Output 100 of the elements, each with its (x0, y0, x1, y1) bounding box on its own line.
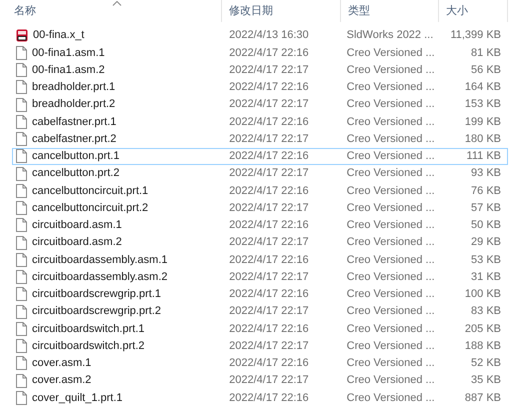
document-icon (16, 201, 27, 216)
file-row[interactable]: circuitboardscrewgrip.prt.1 2022/4/17 22:16 Creo Versioned ... 100 KB (12, 286, 508, 303)
file-size: 164 KB (464, 80, 501, 96)
document-icon (16, 114, 27, 129)
file-size: 180 KB (464, 132, 501, 147)
column-header[interactable]: 大小 (439, 0, 508, 22)
file-type: SldWorks 2022 ... (346, 29, 434, 42)
modified-date: 2022/4/17 22:16 (229, 150, 309, 162)
document-icon (16, 390, 27, 405)
file-size: 52 KB (471, 356, 501, 372)
document-icon (16, 287, 27, 302)
file-size: 81 KB (471, 46, 501, 61)
modified-date: 2022/4/17 22:16 (229, 288, 309, 300)
file-type: Creo Versioned ... (346, 219, 435, 232)
file-size: 53 KB (471, 252, 501, 268)
document-icon (16, 98, 27, 112)
file-name: cover_quilt_1.prt.1 (32, 390, 122, 406)
sort-up-icon (112, 1, 121, 6)
modified-date: 2022/4/17 22:16 (229, 116, 309, 128)
file-type: Creo Versioned ... (346, 392, 435, 404)
modified-date: 2022/4/17 22:16 (229, 322, 309, 335)
file-name: cabelfastner.prt.2 (32, 132, 116, 147)
file-name: cover.asm.1 (32, 356, 92, 372)
modified-date: 2022/4/17 22:16 (229, 357, 309, 370)
file-name: circuitboardscrewgrip.prt.1 (32, 287, 161, 302)
file-type: Creo Versioned ... (346, 150, 435, 162)
modified-date: 2022/4/17 22:17 (229, 374, 309, 386)
file-type: Creo Versioned ... (346, 46, 435, 59)
file-size: 29 KB (471, 235, 501, 250)
file-size: 76 KB (471, 184, 501, 199)
file-name: circuitboardassembly.asm.2 (32, 270, 168, 285)
file-row[interactable]: circuitboardassembly.asm.1 2022/4/17 22:16 Creo Versioned ... 53 KB (12, 251, 508, 268)
file-row[interactable]: cancelbutton.prt.2 2022/4/17 22:17 Creo Versioned ... 93 KB (12, 165, 508, 182)
file-type: Creo Versioned ... (346, 167, 435, 180)
file-type: Creo Versioned ... (346, 340, 435, 352)
file-name: circuitboard.asm.1 (32, 218, 122, 234)
document-icon (16, 339, 27, 354)
file-size: 111 KB (466, 149, 501, 164)
file-size: 83 KB (471, 304, 501, 320)
modified-date: 2022/4/17 22:17 (229, 98, 309, 110)
file-name: circuitboardswitch.prt.1 (32, 322, 144, 337)
file-row[interactable]: circuitboard.asm.2 2022/4/17 22:17 Creo Versioned ... 29 KB (12, 234, 508, 252)
file-size: 100 KB (464, 287, 501, 302)
document-icon (16, 63, 27, 78)
file-row[interactable]: breadholder.prt.1 2022/4/17 22:16 Creo Versioned ... 164 KB (12, 78, 508, 96)
file-size: 93 KB (471, 166, 501, 182)
file-name: circuitboardassembly.asm.1 (32, 252, 168, 268)
file-type: Creo Versioned ... (346, 184, 435, 197)
file-row[interactable]: cover.asm.2 2022/4/17 22:17 Creo Versioned ... 35 KB (12, 372, 508, 390)
file-row[interactable]: circuitboardswitch.prt.2 2022/4/17 22:17 Creo Versioned ... 188 KB (12, 338, 508, 355)
file-row[interactable]: 00-fina1.asm.1 2022/4/17 22:16 Creo Versioned ... 81 KB (12, 44, 508, 62)
document-icon (16, 304, 27, 319)
document-icon (16, 46, 27, 60)
file-row[interactable]: cabelfastner.prt.2 2022/4/17 22:17 Creo Versioned ... 180 KB (12, 130, 508, 148)
file-row[interactable]: cover.asm.1 2022/4/17 22:16 Creo Versioned ... 52 KB (12, 354, 508, 372)
file-name: cabelfastner.prt.1 (32, 114, 116, 130)
file-type: Creo Versioned ... (346, 270, 435, 283)
modified-date: 2022/4/17 22:17 (229, 236, 309, 248)
file-name: breadholder.prt.2 (32, 97, 116, 112)
file-row[interactable]: circuitboard.asm.1 2022/4/17 22:16 Creo Versioned ... 50 KB (12, 216, 508, 234)
file-size: 57 KB (471, 200, 501, 216)
modified-date: 2022/4/17 22:16 (229, 219, 309, 232)
file-row[interactable]: 00-fina1.asm.2 2022/4/17 22:17 Creo Versioned ... 56 KB (12, 62, 508, 79)
modified-date: 2022/4/17 22:16 (229, 81, 309, 94)
file-size: 35 KB (471, 373, 501, 388)
file-size: 31 KB (471, 270, 501, 285)
file-type: Creo Versioned ... (346, 357, 435, 370)
file-row[interactable]: cancelbutton.prt.1 2022/4/17 22:16 Creo Versioned ... 111 KB (12, 148, 508, 165)
file-size: 11,399 KB (450, 28, 501, 44)
modified-date: 2022/4/17 22:16 (229, 46, 309, 59)
document-icon (16, 270, 27, 284)
file-row[interactable]: circuitboardassembly.asm.2 2022/4/17 22:17 Creo Versioned ... 31 KB (12, 268, 508, 286)
modified-date: 2022/4/17 22:17 (229, 202, 309, 214)
file-type: Creo Versioned ... (346, 374, 435, 386)
document-icon (16, 322, 27, 336)
modified-date: 2022/4/17 22:17 (229, 270, 309, 283)
file-row[interactable]: circuitboardscrewgrip.prt.2 2022/4/17 22:17 Creo Versioned ... 83 KB (12, 303, 508, 320)
file-row[interactable]: cancelbuttoncircuit.prt.2 2022/4/17 22:17 Creo Versioned ... 57 KB (12, 200, 508, 217)
file-row[interactable]: circuitboardswitch.prt.1 2022/4/17 22:16 Creo Versioned ... 205 KB (12, 320, 508, 338)
column-header[interactable]: 类型 (341, 0, 439, 22)
file-row[interactable]: cancelbuttoncircuit.prt.1 2022/4/17 22:16 Creo Versioned ... 76 KB (12, 182, 508, 200)
document-icon (16, 184, 27, 198)
document-icon (16, 374, 27, 388)
file-row[interactable]: cover_quilt_1.prt.1 2022/4/17 22:16 Creo Versioned ... 887 KB (12, 389, 508, 406)
modified-date: 2022/4/17 22:17 (229, 340, 309, 352)
column-header[interactable]: 修改日期 (222, 0, 341, 22)
app-file-icon (16, 29, 28, 42)
column-header[interactable]: 名称 (12, 0, 222, 22)
file-type: Creo Versioned ... (346, 254, 435, 266)
file-type: Creo Versioned ... (346, 305, 435, 318)
file-size: 188 KB (464, 338, 501, 354)
file-row[interactable]: 00-fina.x_t 2022/4/13 16:30 SldWorks 2022 ... 11,399 KB (12, 27, 508, 44)
file-name: cancelbuttoncircuit.prt.1 (32, 184, 148, 199)
file-name: cancelbutton.prt.1 (32, 149, 120, 164)
file-row[interactable]: breadholder.prt.2 2022/4/17 22:17 Creo Versioned ... 153 KB (12, 96, 508, 114)
file-type: Creo Versioned ... (346, 64, 435, 76)
document-icon (16, 166, 27, 181)
file-type: Creo Versioned ... (346, 116, 435, 128)
file-row[interactable]: cabelfastner.prt.1 2022/4/17 22:16 Creo Versioned ... 199 KB (12, 113, 508, 130)
file-size: 205 KB (464, 322, 501, 337)
